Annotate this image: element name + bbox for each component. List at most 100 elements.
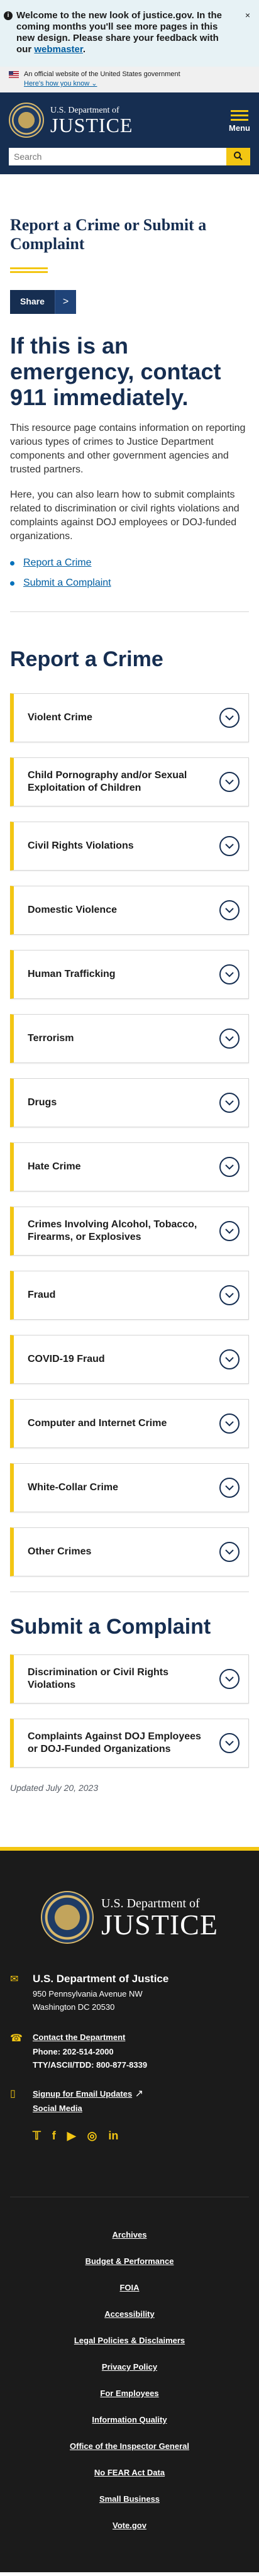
accordion-item[interactable]: Human Trafficking — [10, 950, 249, 999]
main-content: Report a Crime or Submit a Complaint Sha… — [0, 216, 259, 1847]
menu-button[interactable]: Menu — [229, 108, 250, 133]
email-updates-link[interactable]: Signup for Email Updates — [33, 2089, 132, 2099]
external-link-icon: ↗ — [132, 2088, 144, 2099]
footer-link-no-fear[interactable]: No FEAR Act Data — [10, 2468, 249, 2477]
accordion-item[interactable]: Complaints Against DOJ Employees or DOJ-… — [10, 1719, 249, 1768]
footer-link-privacy[interactable]: Privacy Policy — [10, 2362, 249, 2372]
chevron-down-icon — [219, 1029, 240, 1049]
search-form — [9, 148, 250, 165]
list-item: Submit a Complaint — [10, 576, 249, 590]
linkedin-icon[interactable]: in — [108, 2129, 118, 2143]
page-title: Report a Crime or Submit a Complaint — [10, 216, 207, 253]
footer-link-small-business[interactable]: Small Business — [10, 2494, 249, 2504]
search-button[interactable] — [226, 148, 250, 165]
chevron-right-icon: > — [54, 290, 77, 314]
mobile-icon: ▯ — [10, 2088, 16, 2099]
search-icon — [234, 151, 243, 160]
accordion-item[interactable]: Fraud — [10, 1271, 249, 1320]
instagram-icon[interactable]: ◎ — [87, 2129, 97, 2143]
logo-justice-text: JUSTICE — [50, 114, 133, 137]
gov-banner: An official website of the United States… — [0, 67, 259, 92]
chevron-down-icon — [219, 1221, 240, 1241]
site-header: U.S. Department of JUSTICE Menu — [0, 92, 259, 174]
accordion-item[interactable]: COVID-19 Fraud — [10, 1335, 249, 1384]
footer-link-vote[interactable]: Vote.gov — [10, 2521, 249, 2530]
social-media-link[interactable]: Social Media — [33, 2104, 82, 2113]
accordion-item[interactable]: Computer and Internet Crime — [10, 1399, 249, 1448]
accordion-item[interactable]: Violent Crime — [10, 693, 249, 742]
social-icons: 𝕋 f ▶ ◎ in — [33, 2129, 249, 2143]
jump-links: Report a Crime Submit a Complaint — [10, 556, 249, 590]
emergency-heading: If this is an emergency, contact 911 imm… — [10, 333, 221, 410]
twitter-icon[interactable]: 𝕋 — [33, 2129, 41, 2143]
welcome-banner: i Welcome to the new look of justice.gov… — [0, 0, 259, 67]
chevron-down-icon — [219, 1157, 240, 1177]
doj-seal-icon — [41, 1891, 94, 1944]
search-input[interactable] — [9, 148, 226, 165]
chevron-down-icon — [219, 1669, 240, 1689]
site-footer: U.S. Department of JUSTICE ✉ U.S. Depart… — [0, 1847, 259, 2572]
close-icon[interactable]: × — [245, 10, 250, 20]
intro-paragraph: This resource page contains information … — [10, 423, 246, 475]
chevron-down-icon — [219, 708, 240, 728]
footer-link-archives[interactable]: Archives — [10, 2230, 249, 2239]
report-crime-link[interactable]: Report a Crime — [23, 556, 91, 570]
chevron-down-icon — [219, 1285, 240, 1305]
footer-link-employees[interactable]: For Employees — [10, 2389, 249, 2398]
doj-seal-icon — [9, 103, 44, 138]
chevron-down-icon — [219, 1349, 240, 1369]
menu-label: Menu — [229, 123, 250, 133]
accordion-item[interactable]: Child Pornography and/or Sexual Exploita… — [10, 757, 249, 806]
chevron-down-icon — [219, 1542, 240, 1562]
chevron-down-icon — [219, 836, 240, 856]
mail-icon: ✉ — [10, 1974, 19, 1985]
submit-complaint-heading: Submit a Complaint — [10, 1615, 211, 1639]
chevron-down-icon — [219, 1093, 240, 1113]
accordion-item[interactable]: White-Collar Crime — [10, 1463, 249, 1512]
list-item: Report a Crime — [10, 556, 249, 570]
footer-address: ✉ U.S. Department of Justice 950 Pennsyl… — [10, 1973, 169, 2012]
report-crime-heading: Report a Crime — [10, 647, 163, 671]
footer-link-oig[interactable]: Office of the Inspector General — [10, 2441, 249, 2451]
accordion-item[interactable]: Discrimination or Civil Rights Violation… — [10, 1654, 249, 1703]
chevron-down-icon — [219, 1413, 240, 1434]
facebook-icon[interactable]: f — [52, 2129, 56, 2143]
youtube-icon[interactable]: ▶ — [67, 2129, 76, 2143]
gov-banner-text: An official website of the United States… — [24, 70, 180, 78]
last-updated: Updated July 20, 2023 — [10, 1783, 99, 1793]
report-crime-accordion: Violent Crime Child Pornography and/or S… — [10, 693, 249, 1576]
footer-justice-text: JUSTICE — [101, 1908, 218, 1941]
footer-link-foia[interactable]: FOIA — [10, 2283, 249, 2292]
heres-how-you-know-link[interactable]: Here's how you know ⌄ — [24, 79, 97, 87]
submit-complaint-link[interactable]: Submit a Complaint — [23, 576, 111, 590]
accordion-item[interactable]: Other Crimes — [10, 1527, 249, 1576]
chevron-down-icon — [219, 964, 240, 984]
us-flag-icon — [9, 70, 19, 78]
complaint-paragraph: Here, you can also learn how to submit c… — [10, 489, 240, 542]
divider — [10, 611, 249, 612]
chevron-down-icon — [219, 772, 240, 792]
site-logo[interactable]: U.S. Department of JUSTICE — [9, 103, 133, 138]
hamburger-icon — [231, 110, 249, 121]
footer-link-info-quality[interactable]: Information Quality — [10, 2415, 249, 2424]
accordion-item[interactable]: Civil Rights Violations — [10, 822, 249, 871]
accordion-item[interactable]: Hate Crime — [10, 1142, 249, 1191]
footer-logo[interactable]: U.S. Department of JUSTICE — [10, 1891, 249, 1944]
webmaster-link[interactable]: webmaster — [34, 44, 83, 55]
accordion-item[interactable]: Terrorism — [10, 1014, 249, 1063]
contact-department-link[interactable]: Contact the Department — [33, 2032, 125, 2042]
footer-contact: ☎ Contact the Department Phone: 202-514-… — [10, 2032, 148, 2070]
footer-link-legal[interactable]: Legal Policies & Disclaimers — [10, 2336, 249, 2345]
footer-link-accessibility[interactable]: Accessibility — [10, 2309, 249, 2319]
accordion-item[interactable]: Drugs — [10, 1078, 249, 1127]
submit-complaint-accordion: Discrimination or Civil Rights Violation… — [10, 1654, 249, 1768]
phone-icon: ☎ — [10, 2033, 23, 2044]
accordion-item[interactable]: Domestic Violence — [10, 886, 249, 935]
footer-link-budget[interactable]: Budget & Performance — [10, 2256, 249, 2266]
chevron-down-icon — [219, 1478, 240, 1498]
share-button[interactable]: Share > — [10, 290, 77, 314]
info-icon: i — [4, 11, 13, 20]
share-label: Share — [10, 290, 55, 314]
title-divider — [10, 267, 48, 273]
accordion-item[interactable]: Crimes Involving Alcohol, Tobacco, Firea… — [10, 1207, 249, 1256]
